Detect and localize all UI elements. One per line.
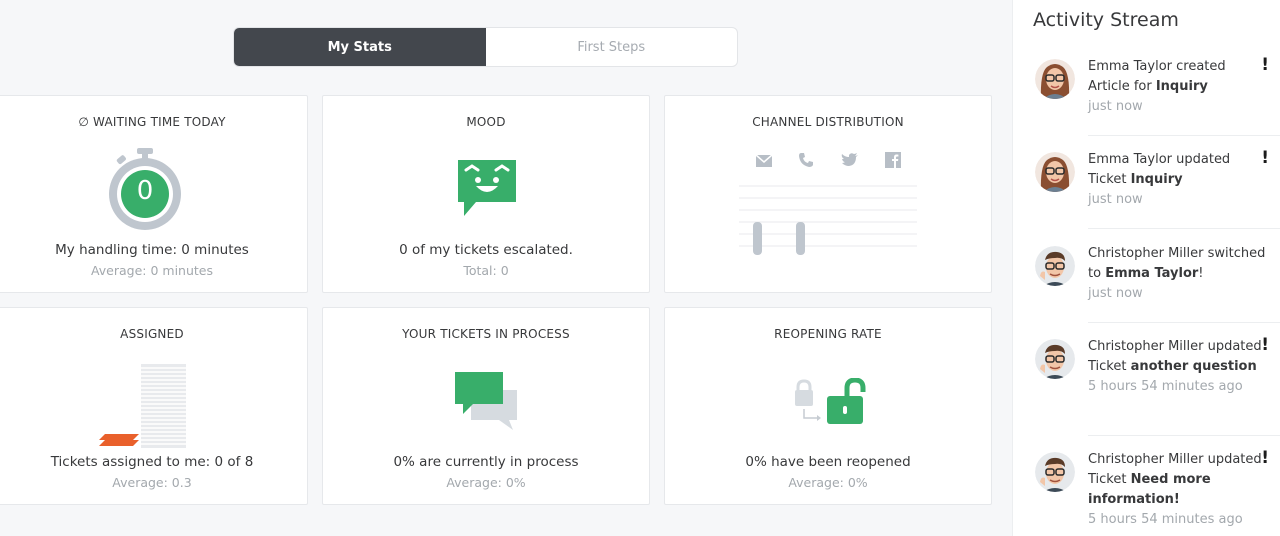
avatar[interactable]	[1035, 59, 1075, 99]
activity-text: Emma Taylor created Article for Inquiry j…	[1088, 57, 1268, 117]
unread-indicator-icon: !	[1261, 448, 1269, 468]
assigned-average: Average: 0.3	[112, 475, 192, 490]
activity-text: Christopher Miller switched to Emma Tayl…	[1088, 244, 1268, 304]
reopening-title: REOPENING RATE	[774, 327, 882, 341]
phone-icon	[799, 153, 813, 167]
reopening-card: REOPENING RATE 0% have been reopened Ave…	[664, 307, 992, 505]
activity-divider	[1088, 135, 1280, 136]
dashboard-main: My Stats First Steps ∅ WAITING TIME TODA…	[0, 0, 1012, 536]
tab-first-steps[interactable]: First Steps	[486, 28, 738, 66]
handling-time-average: Average: 0 minutes	[90, 263, 214, 278]
stats-toggle: My Stats First Steps	[233, 27, 738, 67]
assigned-card: ASSIGNED Tickets assigned to me: 0 of 8 …	[0, 307, 308, 505]
stopwatch-icon: 0	[105, 148, 185, 230]
activity-timestamp: just now	[1088, 99, 1143, 114]
activity-text: Christopher Miller updated Ticket Need m…	[1088, 450, 1268, 530]
mood-card: MOOD 0 of my tickets escalated. Total: 0	[322, 95, 650, 293]
chat-bubbles-icon	[453, 370, 519, 434]
avatar[interactable]	[1035, 152, 1075, 192]
avatar[interactable]	[1035, 339, 1075, 379]
reopening-average: Average: 0%	[788, 475, 868, 490]
activity-description-suffix: !	[1198, 266, 1204, 281]
unlock-icon	[793, 377, 867, 428]
reopening-text: 0% have been reopened	[745, 454, 911, 470]
avatar[interactable]	[1035, 246, 1075, 286]
escalated-total: Total: 0	[463, 263, 509, 278]
waiting-time-title: ∅ WAITING TIME TODAY	[78, 115, 226, 129]
assigned-title: ASSIGNED	[120, 327, 184, 341]
activity-divider	[1088, 435, 1280, 436]
activity-timestamp: just now	[1088, 286, 1143, 301]
activity-text: Christopher Miller updated Ticket anothe…	[1088, 337, 1268, 397]
unread-indicator-icon: !	[1261, 335, 1269, 355]
activity-divider	[1088, 322, 1280, 323]
assigned-text: Tickets assigned to me: 0 of 8	[50, 454, 254, 470]
facebook-icon	[885, 152, 901, 168]
handling-time-text: My handling time: 0 minutes	[55, 242, 249, 258]
twitter-icon	[841, 153, 858, 166]
channel-distribution-card: CHANNEL DISTRIBUTION	[664, 95, 992, 293]
activity-timestamp: just now	[1088, 192, 1143, 207]
unread-indicator-icon: !	[1261, 55, 1269, 75]
in-process-title: YOUR TICKETS IN PROCESS	[402, 327, 570, 341]
activity-text: Emma Taylor updated Ticket Inquiry just n…	[1088, 150, 1268, 210]
in-process-card: YOUR TICKETS IN PROCESS 0% are currently…	[322, 307, 650, 505]
activity-object-link[interactable]: Inquiry	[1156, 79, 1208, 94]
mail-icon	[755, 154, 773, 167]
activity-object-link[interactable]: another question	[1131, 359, 1257, 374]
mood-title: MOOD	[466, 115, 506, 129]
waiting-time-value: 0	[136, 176, 154, 206]
ticket-stack-icon	[95, 364, 195, 452]
in-process-average: Average: 0%	[446, 475, 526, 490]
waiting-time-card: ∅ WAITING TIME TODAY 0 My handling time:…	[0, 95, 308, 293]
activity-divider	[1088, 228, 1280, 229]
activity-timestamp: 5 hours 54 minutes ago	[1088, 512, 1243, 527]
activity-timestamp: 5 hours 54 minutes ago	[1088, 379, 1243, 394]
smiley-chat-icon	[456, 158, 518, 218]
in-process-text: 0% are currently in process	[393, 454, 579, 470]
escalated-text: 0 of my tickets escalated.	[399, 242, 573, 258]
activity-stream-title: Activity Stream	[1033, 9, 1179, 31]
activity-stream-panel: Activity Stream Emma Taylor created Arti…	[1012, 0, 1280, 536]
avatar[interactable]	[1035, 452, 1075, 492]
activity-object-link[interactable]: Inquiry	[1131, 172, 1183, 187]
unread-indicator-icon: !	[1261, 148, 1269, 168]
channel-distribution-title: CHANNEL DISTRIBUTION	[752, 115, 904, 129]
tab-my-stats[interactable]: My Stats	[234, 28, 486, 66]
activity-object-link[interactable]: Emma Taylor	[1105, 266, 1198, 281]
channel-chart	[739, 184, 917, 256]
